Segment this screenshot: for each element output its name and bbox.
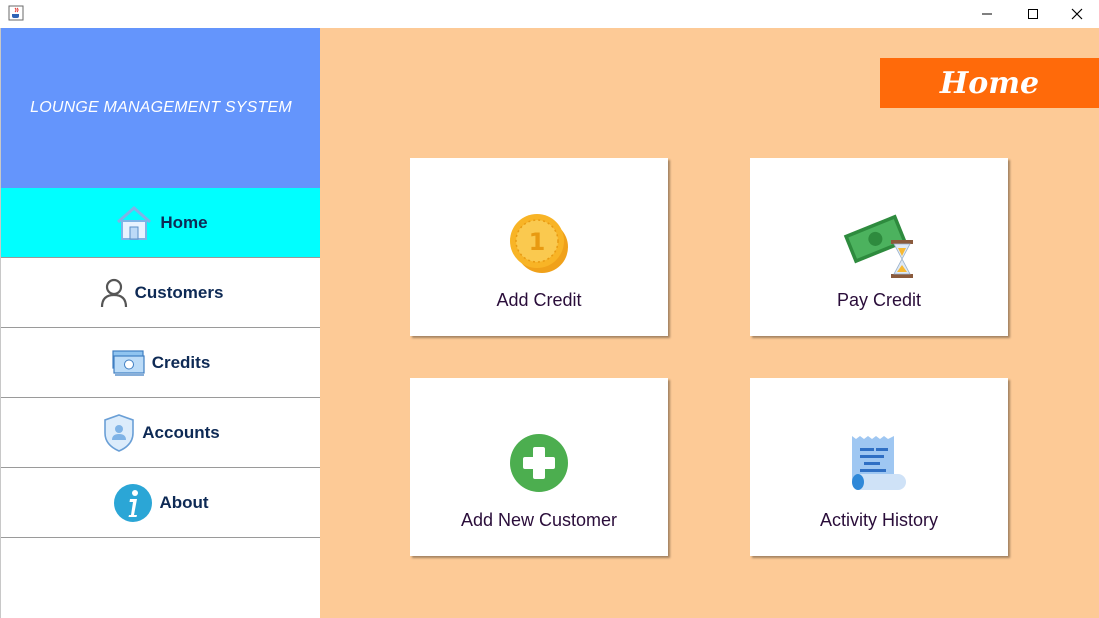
- activity-history-card[interactable]: Activity History: [750, 378, 1008, 556]
- user-icon: [99, 277, 129, 309]
- sidebar-item-label: Credits: [151, 352, 211, 372]
- card-label: Pay Credit: [836, 290, 922, 310]
- sidebar-item-label: Home: [160, 212, 208, 232]
- coin-icon: 1: [506, 208, 572, 278]
- page-title: Home: [939, 65, 1040, 101]
- sidebar-item-customers[interactable]: Customers: [1, 258, 321, 328]
- sidebar-item-label: About: [159, 492, 209, 512]
- sidebar-item-label: Accounts: [142, 422, 220, 442]
- sidebar-item-about[interactable]: About: [1, 468, 321, 538]
- close-icon: [1071, 8, 1083, 20]
- svg-text:1: 1: [529, 228, 546, 256]
- app-title: LOUNGE MANAGEMENT SYSTEM: [30, 99, 292, 116]
- info-icon: [113, 483, 153, 523]
- plus-circle-icon: [509, 428, 569, 498]
- receipt-scroll-icon: [848, 428, 910, 498]
- card-label: Activity History: [819, 510, 938, 530]
- card-label: Add Credit: [496, 290, 582, 310]
- main-panel: Home 1 Add Credit Pay Credit Add New Cus…: [320, 28, 1099, 618]
- close-button[interactable]: [1054, 0, 1099, 28]
- shield-user-icon: [102, 413, 136, 453]
- maximize-icon: [1028, 9, 1038, 19]
- card-label: Add New Customer: [460, 510, 618, 530]
- sidebar-item-credits[interactable]: Credits: [1, 328, 321, 398]
- cash-icon: [112, 348, 146, 378]
- minimize-icon: [982, 13, 992, 15]
- money-hourglass-icon: [841, 208, 917, 278]
- brand-panel: LOUNGE MANAGEMENT SYSTEM: [1, 28, 321, 188]
- add-new-customer-card[interactable]: Add New Customer: [410, 378, 668, 556]
- home-icon: [114, 204, 154, 242]
- page-title-badge: Home: [880, 58, 1099, 108]
- sidebar-item-home[interactable]: Home: [1, 188, 321, 258]
- sidebar: LOUNGE MANAGEMENT SYSTEM Home Customers: [0, 28, 321, 618]
- maximize-button[interactable]: [1010, 0, 1056, 28]
- add-credit-card[interactable]: 1 Add Credit: [410, 158, 668, 336]
- window-titlebar: [0, 0, 1099, 28]
- pay-credit-card[interactable]: Pay Credit: [750, 158, 1008, 336]
- sidebar-item-label: Customers: [134, 282, 224, 302]
- sidebar-item-accounts[interactable]: Accounts: [1, 398, 321, 468]
- java-cup-icon: [8, 5, 24, 21]
- minimize-button[interactable]: [964, 0, 1010, 28]
